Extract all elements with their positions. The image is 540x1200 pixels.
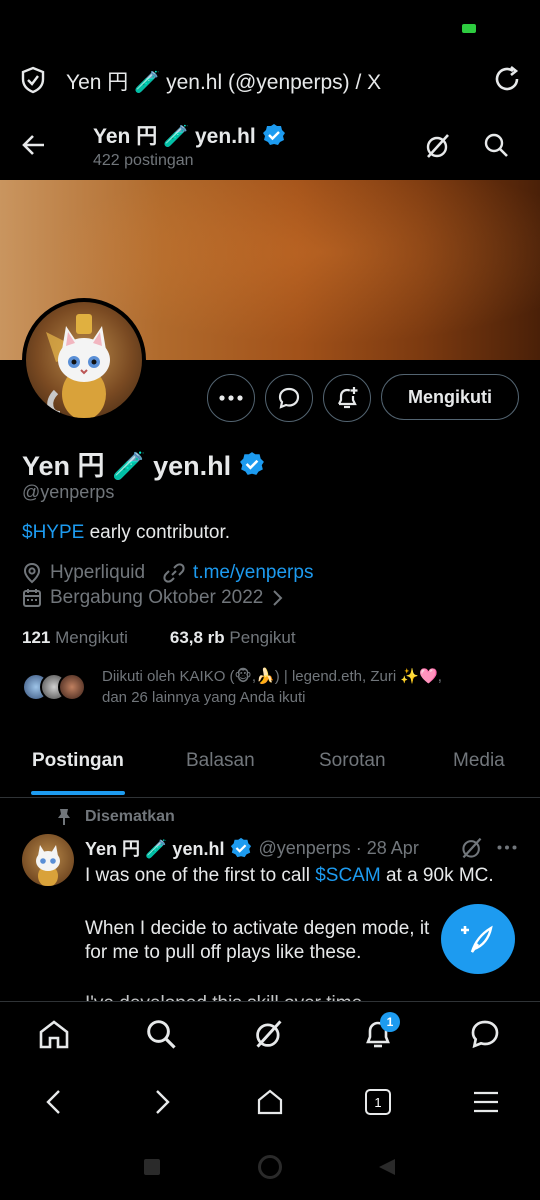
verified-badge-icon <box>262 123 286 147</box>
browser-tabs-count: 1 <box>374 1094 382 1110</box>
tab-replies[interactable]: Balasan <box>186 750 255 772</box>
header-name-text: Yen 円 🧪 yen.hl <box>93 125 256 148</box>
profile-meta-row: Hyperliquid t.me/yenperps <box>22 562 313 584</box>
profile-name-text: Yen 円 🧪 yen.hl <box>22 451 232 481</box>
following-count-link[interactable]: 121 Mengikuti <box>22 628 128 648</box>
browser-tab-title: Yen 円 🧪 yen.hl (@yenperps) / X <box>66 71 382 94</box>
verified-badge-icon <box>239 451 265 477</box>
bell-plus-icon <box>338 387 358 409</box>
following-button[interactable]: Mengikuti <box>381 374 519 420</box>
compose-post-button[interactable] <box>441 904 515 974</box>
following-label: Mengikuti <box>55 628 128 647</box>
post-header: Yen 円 🧪 yen.hl @yenperps · 28 Apr <box>85 835 419 861</box>
system-home-icon[interactable] <box>258 1155 282 1179</box>
post-author-avatar[interactable] <box>22 834 74 886</box>
profile-bio: $HYPE early contributor. <box>22 522 230 544</box>
followers-label: Pengikut <box>229 628 296 647</box>
follow-counts: 121 Mengikuti 63,8 rb Pengikut <box>22 628 296 648</box>
browser-menu-icon[interactable] <box>473 1090 499 1114</box>
followed-by-line-2: dan 26 lainnya yang Anda ikuti <box>102 689 306 706</box>
post-meta: @yenperps · 28 Apr <box>258 837 419 858</box>
chevron-right-icon[interactable] <box>271 589 283 607</box>
bio-cashtag-link[interactable]: $HYPE <box>22 522 84 543</box>
explore-search-icon[interactable] <box>145 1018 177 1050</box>
message-button[interactable] <box>265 374 313 422</box>
system-recents-icon[interactable] <box>144 1159 160 1175</box>
post-grok-icon[interactable] <box>460 836 484 860</box>
pinned-label: Disematkan <box>85 808 175 825</box>
post-text-line-1: I was one of the first to call $SCAM at … <box>85 865 494 887</box>
compose-feather-icon <box>461 925 493 953</box>
shield-icon[interactable] <box>20 66 46 94</box>
more-dots-icon <box>219 395 243 401</box>
browser-forward-icon[interactable] <box>152 1089 172 1115</box>
tab-highlights[interactable]: Sorotan <box>319 750 386 772</box>
post-text-1a: I was one of the first to call <box>85 865 316 886</box>
post-more-icon[interactable] <box>497 845 517 850</box>
followed-by-line-1: Diikuti oleh KAIKO (🐵,🍌) | legend.eth, Z… <box>102 668 442 685</box>
notify-button[interactable] <box>323 374 371 422</box>
post-text-1b: at a 90k MC. <box>380 865 494 886</box>
profile-avatar[interactable] <box>22 298 146 422</box>
post-text-line-2: When I decide to activate degen mode, it <box>85 918 430 939</box>
profile-name: Yen 円 🧪 yen.hl <box>22 444 265 483</box>
profile-handle: @yenperps <box>22 482 115 502</box>
notifications-badge: 1 <box>380 1012 400 1032</box>
website-link[interactable]: t.me/yenperps <box>193 562 313 584</box>
followers-count: 63,8 rb <box>169 628 225 647</box>
browser-tabs-button[interactable]: 1 <box>365 1089 391 1115</box>
browser-home-icon[interactable] <box>256 1088 284 1116</box>
bio-text: early contributor. <box>84 522 231 543</box>
battery-icon <box>462 24 476 33</box>
home-icon[interactable] <box>38 1019 70 1049</box>
search-icon[interactable] <box>483 132 509 158</box>
link-chain-icon <box>163 562 185 584</box>
location-text: Hyperliquid <box>50 562 146 583</box>
joined-text[interactable]: Bergabung Oktober 2022 <box>50 587 263 609</box>
pin-icon <box>57 808 71 826</box>
header-posts-count: 422 postingan <box>93 152 194 169</box>
tab-media[interactable]: Media <box>453 750 505 772</box>
tabs-divider <box>0 797 540 798</box>
verified-badge-icon <box>230 837 252 859</box>
back-arrow-icon[interactable] <box>22 134 46 156</box>
followers-count-link[interactable]: 63,8 rb Pengikut <box>170 628 296 648</box>
post-author-name[interactable]: Yen 円 🧪 yen.hl <box>85 835 224 861</box>
grok-nav-icon[interactable] <box>253 1018 285 1050</box>
messages-icon[interactable] <box>469 1018 501 1050</box>
calendar-icon <box>22 588 42 608</box>
following-count: 121 <box>22 628 51 647</box>
chat-bubble-icon <box>278 387 300 409</box>
joined-row: Bergabung Oktober 2022 <box>22 587 283 609</box>
browser-back-icon[interactable] <box>44 1089 64 1115</box>
active-tab-indicator <box>31 791 125 795</box>
followed-by-text[interactable]: Diikuti oleh KAIKO (🐵,🍌) | legend.eth, Z… <box>102 666 522 708</box>
system-back-icon[interactable] <box>378 1158 396 1176</box>
post-text-line-3: for me to pull off plays like these. <box>85 942 362 963</box>
location-pin-icon <box>22 562 42 584</box>
follower-avatar-3 <box>58 673 86 701</box>
reload-icon[interactable] <box>492 64 522 94</box>
more-options-button[interactable] <box>207 374 255 422</box>
grok-icon[interactable] <box>424 132 452 160</box>
header-profile-name: Yen 円 🧪 yen.hl <box>93 120 286 150</box>
tab-posts[interactable]: Postingan <box>32 750 124 772</box>
post-cashtag-link[interactable]: $SCAM <box>315 865 380 886</box>
